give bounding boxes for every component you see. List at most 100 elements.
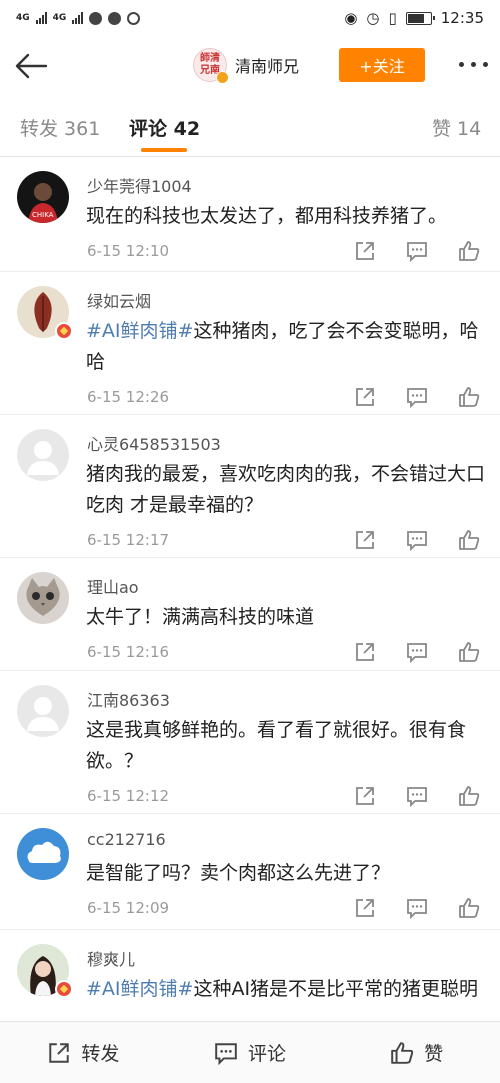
comment-actions	[354, 386, 480, 408]
avatar[interactable]	[17, 286, 73, 340]
comment-list: CHIKA 少年莞得1004 现在的科技也太发达了，都用科技养猪了。 6-15 12:…	[0, 157, 500, 1021]
avatar[interactable]	[17, 944, 73, 998]
comment-icon[interactable]	[406, 240, 428, 262]
comment-time: 6-15 12:16	[87, 643, 170, 661]
comment-label: 评论	[248, 1043, 287, 1065]
repost-icon[interactable]	[354, 240, 376, 262]
message-icon	[108, 11, 122, 25]
comment-text: 太牛了！满满高科技的味道	[86, 602, 486, 633]
like-label: 赞	[424, 1043, 444, 1065]
comment-item: cc212716 是智能了吗？卖个肉都这么先进了？ 6-15 12:09	[0, 814, 500, 930]
like-icon[interactable]	[458, 641, 480, 663]
back-arrow-icon	[15, 53, 48, 79]
comment-body: 现在的科技也太发达了，都用科技养猪了。	[86, 205, 448, 227]
hashtag-link[interactable]: #AI鲜肉铺#	[86, 978, 193, 1000]
like-icon[interactable]	[458, 529, 480, 551]
comment-item: 心灵6458531503 猪肉我的最爱，喜欢吃肉肉的我，不会错过大口吃肉 才是最幸…	[0, 415, 500, 558]
signal-icon	[35, 12, 47, 24]
comment-body: 这是我真够鲜艳的。看了看了就很好。很有食欲。？	[86, 719, 467, 772]
comment-time: 6-15 12:12	[87, 787, 170, 805]
status-bar: 4G 4G ◉ ◷ ▯ 12:35	[0, 0, 500, 36]
comment-username[interactable]: 穆爽儿	[87, 946, 135, 970]
comment-text: 现在的科技也太发达了，都用科技养猪了。	[86, 201, 486, 232]
nav-avatar[interactable]: 師清兄南	[193, 48, 229, 84]
like-button[interactable]: 赞	[333, 1022, 500, 1083]
comment-text: 是智能了吗？卖个肉都这么先进了？	[86, 858, 486, 889]
alarm-icon: ◷	[366, 9, 380, 27]
follow-button[interactable]: +关注	[339, 48, 425, 82]
repost-icon[interactable]	[354, 641, 376, 663]
avatar[interactable]	[17, 429, 71, 483]
nav-user[interactable]: 師清兄南 清南师兄	[193, 48, 299, 84]
avatar[interactable]	[17, 572, 71, 626]
tab-repost[interactable]: 转发 361	[20, 114, 100, 141]
comment-username[interactable]: 理山ao	[87, 574, 139, 598]
comment-item: 理山ao 太牛了！满满高科技的味道 6-15 12:16	[0, 558, 500, 671]
comment-username[interactable]: 心灵6458531503	[87, 431, 221, 455]
member-badge-icon	[55, 322, 73, 340]
comment-item: 穆爽儿 #AI鲜肉铺#这种AI猪是不是比平常的猪更聪明	[0, 930, 500, 1021]
signal-icon-2	[72, 12, 84, 24]
comment-icon[interactable]	[406, 529, 428, 551]
comment-body: 猪肉我的最爱，喜欢吃肉肉的我，不会错过大口吃肉 才是最幸福的？	[86, 463, 486, 516]
wechat-icon	[89, 11, 103, 25]
bottom-action-bar: 转发 评论 赞	[0, 1021, 500, 1083]
comment-body: 这种AI猪是不是比平常的猪更聪明	[193, 978, 479, 1000]
avatar-image	[17, 572, 69, 624]
comment-icon[interactable]	[406, 897, 428, 919]
back-button[interactable]	[12, 48, 50, 84]
status-right: ◉ ◷ ▯ 12:35	[344, 9, 484, 27]
member-badge-icon	[55, 980, 73, 998]
like-icon[interactable]	[458, 785, 480, 807]
repost-button[interactable]: 转发	[0, 1022, 167, 1083]
comment-body: 是智能了吗？卖个肉都这么先进了？	[86, 862, 391, 884]
comment-actions	[354, 641, 480, 663]
avatar[interactable]: CHIKA	[17, 171, 71, 225]
vibrate-icon: ▯	[388, 9, 397, 27]
like-icon[interactable]	[458, 897, 480, 919]
repost-icon[interactable]	[354, 897, 376, 919]
comment-text: 这是我真够鲜艳的。看了看了就很好。很有食欲。？	[86, 715, 486, 777]
comment-username[interactable]: 江南86363	[87, 687, 170, 711]
network-label-1: 4G	[16, 13, 30, 23]
nav-user-name[interactable]: 清南师兄	[235, 53, 299, 77]
comment-button[interactable]: 评论	[167, 1022, 334, 1083]
comment-username[interactable]: 少年莞得1004	[87, 173, 192, 197]
comment-item: 江南86363 这是我真够鲜艳的。看了看了就很好。很有食欲。？ 6-15 12:12	[0, 671, 500, 814]
comment-item: 绿如云烟 #AI鲜肉铺#这种猪肉，吃了会不会变聪明，哈哈 6-15 12:26	[0, 272, 500, 415]
comment-time: 6-15 12:10	[87, 242, 170, 260]
weibo-notify-icon	[127, 11, 141, 25]
hashtag-link[interactable]: #AI鲜肉铺#	[86, 320, 193, 342]
tab-comments[interactable]: 评论 42	[129, 114, 200, 141]
like-icon[interactable]	[458, 240, 480, 262]
avatar[interactable]	[17, 828, 71, 882]
comment-icon[interactable]	[406, 641, 428, 663]
avatar-image	[17, 429, 69, 481]
comment-actions	[354, 897, 480, 919]
repost-icon[interactable]	[354, 386, 376, 408]
eye-icon: ◉	[344, 9, 358, 27]
comment-time: 6-15 12:26	[87, 388, 170, 406]
comment-username[interactable]: 绿如云烟	[87, 288, 151, 312]
tab-likes[interactable]: 赞 14	[432, 114, 481, 141]
comment-text: #AI鲜肉铺#这种猪肉，吃了会不会变聪明，哈哈	[86, 316, 486, 378]
tab-bar: 转发 361 评论 42 赞 14	[0, 96, 500, 157]
comment-username[interactable]: cc212716	[87, 830, 166, 849]
more-menu-icon[interactable]	[459, 62, 488, 67]
comment-text: 猪肉我的最爱，喜欢吃肉肉的我，不会错过大口吃肉 才是最幸福的？	[86, 459, 486, 521]
comment-icon[interactable]	[406, 386, 428, 408]
comment-actions	[354, 785, 480, 807]
nav-bar: 師清兄南 清南师兄 +关注	[0, 36, 500, 96]
comment-time: 6-15 12:09	[87, 899, 170, 917]
like-icon	[391, 1041, 414, 1064]
comment-actions	[354, 240, 480, 262]
comment-item: CHIKA 少年莞得1004 现在的科技也太发达了，都用科技养猪了。 6-15 12:…	[0, 157, 500, 272]
repost-icon[interactable]	[354, 785, 376, 807]
avatar[interactable]	[17, 685, 71, 739]
comment-body: 太牛了！满满高科技的味道	[86, 606, 315, 628]
comment-icon[interactable]	[406, 785, 428, 807]
avatar-image	[17, 685, 69, 737]
repost-icon[interactable]	[354, 529, 376, 551]
repost-label: 转发	[81, 1043, 120, 1065]
like-icon[interactable]	[458, 386, 480, 408]
